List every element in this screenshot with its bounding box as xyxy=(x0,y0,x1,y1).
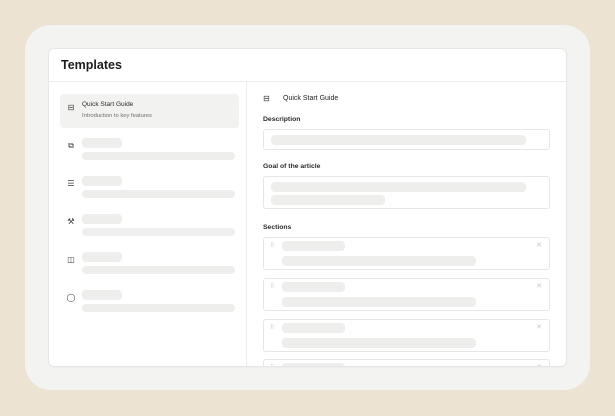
description-placeholder xyxy=(82,304,235,312)
close-icon[interactable]: ✕ xyxy=(536,282,542,290)
sidebar-item-template-2[interactable]: ⧉ xyxy=(60,132,239,166)
goal-label: Goal of the article xyxy=(263,163,321,170)
label-placeholder xyxy=(82,176,122,186)
templates-panel: Templates ⊟ Quick Start Guide Introducti… xyxy=(49,49,566,366)
wrench-icon: ⚒ xyxy=(67,217,75,226)
close-icon[interactable]: ✕ xyxy=(536,241,542,249)
section-title-placeholder xyxy=(282,323,345,333)
sidebar-item-template-3[interactable]: ☰ xyxy=(60,170,239,204)
section-title-placeholder xyxy=(282,241,345,251)
sidebar-item-label: Quick Start Guide xyxy=(82,101,134,108)
description-field[interactable] xyxy=(263,129,550,150)
section-card[interactable]: ⠿ ✕ xyxy=(263,278,550,311)
template-title: Quick Start Guide xyxy=(283,95,339,102)
label-placeholder xyxy=(82,214,122,224)
sidebar-item-template-4[interactable]: ⚒ xyxy=(60,208,239,242)
section-card[interactable]: ⠿ ✕ xyxy=(263,359,550,366)
section-card[interactable]: ⠿ ✕ xyxy=(263,237,550,270)
label-placeholder xyxy=(82,290,122,300)
label-placeholder xyxy=(82,252,122,262)
description-placeholder xyxy=(82,152,235,160)
sidebar-item-quick-start-guide[interactable]: ⊟ Quick Start Guide Introduction to key … xyxy=(60,94,239,128)
section-title-placeholder xyxy=(282,282,345,292)
sections-label: Sections xyxy=(263,224,292,231)
document-list-icon: ⊟ xyxy=(67,103,75,112)
template-editor: ⊟ Quick Start Guide Description Goal of … xyxy=(248,82,566,366)
description-label: Description xyxy=(263,116,301,123)
description-placeholder xyxy=(82,190,235,198)
chat-bubbles-icon: ⧉ xyxy=(68,141,74,150)
sidebar-item-template-5[interactable]: ◫ xyxy=(60,246,239,280)
text-placeholder xyxy=(271,195,385,205)
panel-header: Templates xyxy=(49,49,566,82)
section-body-placeholder xyxy=(282,297,476,307)
drag-handle-icon[interactable]: ⠿ xyxy=(270,242,274,249)
checklist-icon: ☰ xyxy=(67,179,75,188)
document-list-icon: ⊟ xyxy=(263,94,270,103)
page-title: Templates xyxy=(61,58,122,72)
sidebar-item-template-6[interactable]: ◯ xyxy=(60,284,239,318)
description-placeholder xyxy=(82,228,235,236)
drag-handle-icon[interactable]: ⠿ xyxy=(270,283,274,290)
description-placeholder xyxy=(82,266,235,274)
goal-field[interactable] xyxy=(263,176,550,209)
speech-bubble-icon: ◯ xyxy=(66,293,76,302)
template-heading: ⊟ Quick Start Guide xyxy=(263,94,338,103)
sidebar-item-description: Introduction to key features xyxy=(82,113,152,119)
section-title-placeholder xyxy=(282,363,345,366)
template-sidebar: ⊟ Quick Start Guide Introduction to key … xyxy=(49,82,247,366)
book-icon: ◫ xyxy=(67,255,75,264)
close-icon[interactable]: ✕ xyxy=(536,323,542,331)
close-icon[interactable]: ✕ xyxy=(536,363,542,366)
drag-handle-icon[interactable]: ⠿ xyxy=(270,364,274,366)
text-placeholder xyxy=(271,182,526,192)
section-body-placeholder xyxy=(282,338,476,348)
section-body-placeholder xyxy=(282,256,476,266)
section-card[interactable]: ⠿ ✕ xyxy=(263,319,550,352)
drag-handle-icon[interactable]: ⠿ xyxy=(270,324,274,331)
text-placeholder xyxy=(271,135,526,145)
label-placeholder xyxy=(82,138,122,148)
